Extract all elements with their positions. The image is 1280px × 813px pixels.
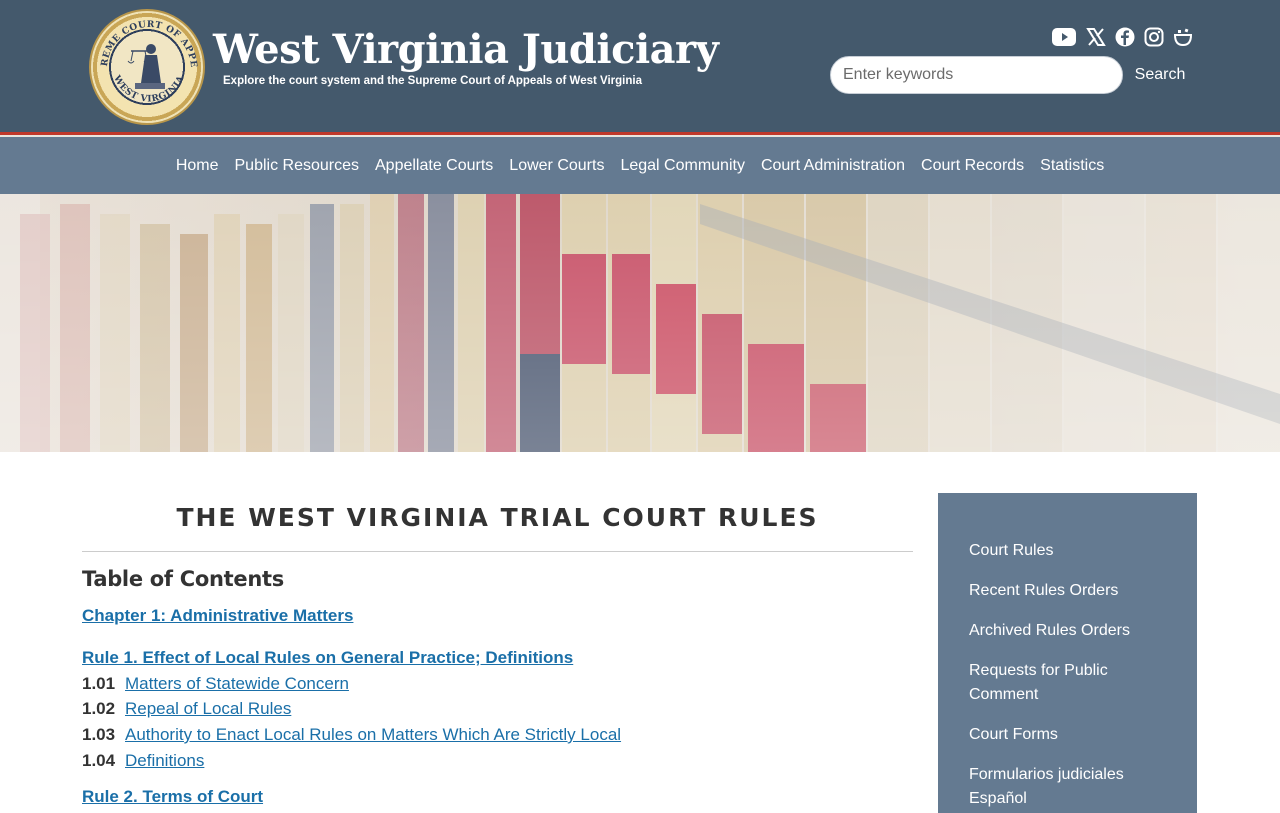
sidebar-item-archived-rules-orders[interactable]: Archived Rules Orders xyxy=(969,619,1169,643)
main-navigation: Home Public Resources Appellate Courts L… xyxy=(0,137,1280,194)
nav-item-home[interactable]: Home xyxy=(168,137,227,194)
site-header: SUPREME COURT OF APPEALS WEST VIRGINIA W… xyxy=(0,0,1280,132)
toc-item-link[interactable]: Authority to Enact Local Rules on Matter… xyxy=(125,725,621,745)
nav-item-public-resources[interactable]: Public Resources xyxy=(227,137,368,194)
nav-item-statistics[interactable]: Statistics xyxy=(1032,137,1112,194)
justice-figure-icon xyxy=(127,44,165,89)
toc-item-number: 1.03 xyxy=(82,725,116,744)
toc-item: 1.02 Repeal of Local Rules xyxy=(82,699,291,719)
nav-item-court-records[interactable]: Court Records xyxy=(913,137,1032,194)
youtube-icon[interactable] xyxy=(1052,26,1076,48)
toc-rule-2-link[interactable]: Rule 2. Terms of Court xyxy=(82,787,263,807)
title-divider xyxy=(82,551,913,552)
nav-item-court-administration[interactable]: Court Administration xyxy=(753,137,913,194)
toc-item: 1.03 Authority to Enact Local Rules on M… xyxy=(82,725,621,745)
instagram-icon[interactable] xyxy=(1142,26,1166,48)
toc-item: 1.01 Matters of Statewide Concern xyxy=(82,674,349,694)
x-icon[interactable] xyxy=(1084,26,1108,48)
search-button[interactable]: Search xyxy=(1128,60,1192,90)
sidebar-item-recent-rules-orders[interactable]: Recent Rules Orders xyxy=(969,579,1169,603)
site-title[interactable]: West Virginia Judiciary xyxy=(213,26,719,74)
sidebar-item-court-forms[interactable]: Court Forms xyxy=(969,723,1169,747)
toc-chapter-1-link[interactable]: Chapter 1: Administrative Matters xyxy=(82,606,353,626)
toc-item-link[interactable]: Definitions xyxy=(125,751,204,771)
toc-item: 1.04 Definitions xyxy=(82,751,204,771)
nav-item-legal-community[interactable]: Legal Community xyxy=(612,137,753,194)
nav-item-appellate-courts[interactable]: Appellate Courts xyxy=(367,137,501,194)
smugmug-icon[interactable] xyxy=(1171,26,1195,48)
nav-item-lower-courts[interactable]: Lower Courts xyxy=(501,137,612,194)
seal-ring: SUPREME COURT OF APPEALS WEST VIRGINIA xyxy=(91,11,198,105)
site-tagline: Explore the court system and the Supreme… xyxy=(223,75,642,87)
toc-item-number: 1.01 xyxy=(82,674,116,693)
sidebar-item-requests-for-public-comment[interactable]: Requests for Public Comment xyxy=(969,659,1139,707)
law-books-shelf-image xyxy=(0,194,1280,452)
supreme-court-seal-logo[interactable]: SUPREME COURT OF APPEALS WEST VIRGINIA xyxy=(89,9,205,125)
toc-heading: Table of Contents xyxy=(82,567,284,591)
toc-item-link[interactable]: Repeal of Local Rules xyxy=(125,699,291,719)
toc-item-number: 1.02 xyxy=(82,699,116,718)
search-input[interactable] xyxy=(830,56,1123,94)
toc-item-number: 1.04 xyxy=(82,751,116,770)
hero-banner-image xyxy=(0,194,1280,452)
toc-rule-1-link[interactable]: Rule 1. Effect of Local Rules on General… xyxy=(82,648,573,668)
page-title: THE WEST VIRGINIA TRIAL COURT RULES xyxy=(176,503,819,532)
facebook-icon[interactable] xyxy=(1113,26,1137,48)
sidebar-item-court-rules[interactable]: Court Rules xyxy=(969,539,1169,563)
toc-item-link[interactable]: Matters of Statewide Concern xyxy=(125,674,349,694)
sidebar-item-formularios-judiciales[interactable]: Formularios judiciales Español xyxy=(969,763,1139,811)
